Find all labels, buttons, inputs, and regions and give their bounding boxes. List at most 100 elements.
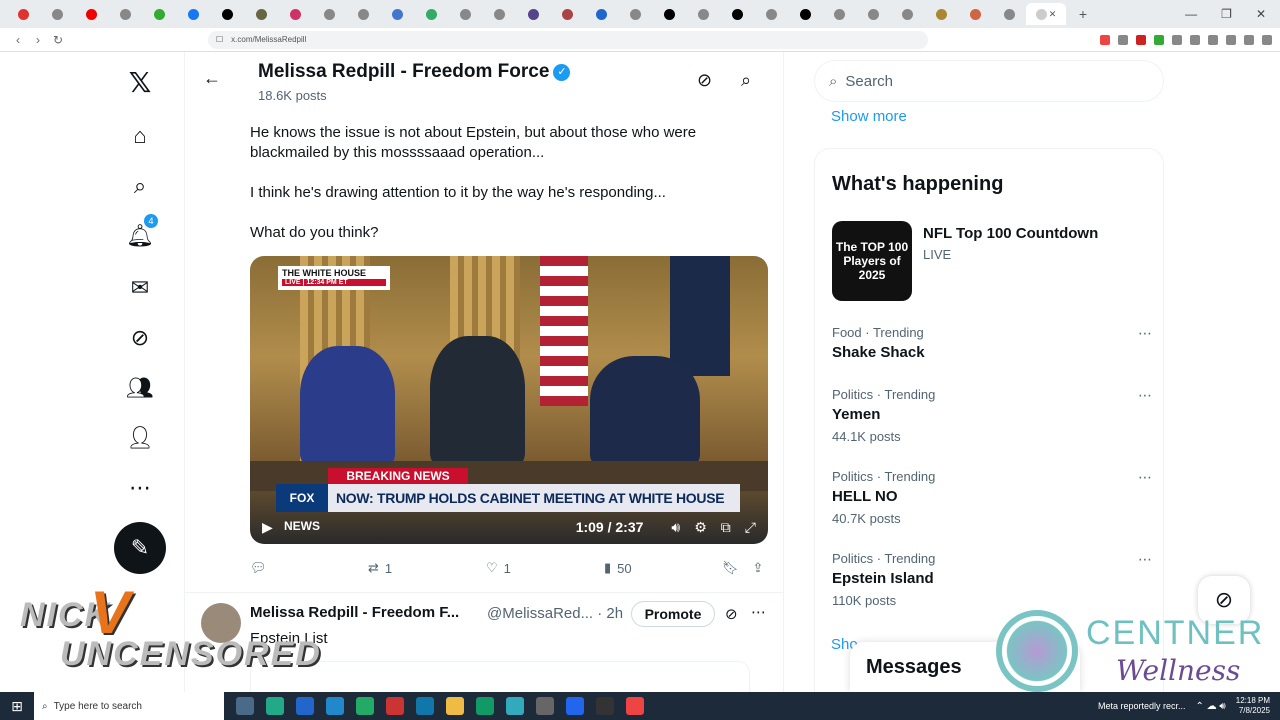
author-handle[interactable]: @MelissaRed... · 2h <box>487 605 623 622</box>
notifications-bell-icon[interactable]: 🔔︎ 4 <box>124 214 158 252</box>
brave-icon[interactable] <box>626 697 644 715</box>
profile-icon[interactable]: 👤︎ <box>124 422 156 454</box>
more-options-icon[interactable]: ⋯ <box>751 603 766 621</box>
more-icon[interactable]: ⋯ <box>124 472 156 504</box>
trend-item[interactable]: Politics · Trending Yemen 44.1K posts ⋯ <box>832 387 1152 457</box>
search-icon[interactable]: ⌕ <box>741 70 751 91</box>
more-options-icon[interactable]: ⋯ <box>1138 551 1152 568</box>
browser-tab[interactable] <box>958 3 992 25</box>
repost-button[interactable]: ⇄ 1 <box>368 560 486 576</box>
promote-button[interactable]: Promote <box>631 601 715 627</box>
trend-item[interactable]: Food · Trending Shake Shack ⋯ <box>832 325 1152 395</box>
extension-icon[interactable] <box>1118 34 1128 45</box>
minimize-icon[interactable]: — <box>1185 7 1197 21</box>
extension-icon[interactable] <box>1154 34 1164 45</box>
brave-shield-icon[interactable] <box>1100 34 1110 45</box>
download-icon[interactable] <box>1208 34 1218 45</box>
browser-tab[interactable] <box>652 3 686 25</box>
url-field[interactable]: ☐ x.com/MelissaRedpill <box>208 30 928 49</box>
browser-tab[interactable] <box>448 3 482 25</box>
more-options-icon[interactable]: ⋯ <box>1138 387 1152 404</box>
communities-icon[interactable]: 👥︎ <box>124 372 156 404</box>
task-view-icon[interactable] <box>236 697 254 715</box>
home-icon[interactable]: ⌂ <box>124 120 156 152</box>
new-tab-button[interactable]: + <box>1066 3 1100 25</box>
browser-tab[interactable] <box>788 3 822 25</box>
windows-start-icon[interactable]: ⊞ <box>0 698 34 715</box>
back-icon[interactable]: ‹ <box>8 33 28 47</box>
trend-item[interactable]: Politics · Trending HELL NO 40.7K posts … <box>832 469 1152 539</box>
video-player[interactable]: THE WHITE HOUSE LIVE | 12:34 PM ET BREAK… <box>250 256 768 544</box>
browser-tab[interactable] <box>890 3 924 25</box>
taskbar-app-icon[interactable] <box>596 697 614 715</box>
grok-icon[interactable]: ⊘ <box>697 70 712 91</box>
browser-tab[interactable] <box>312 3 346 25</box>
browser-tab[interactable] <box>414 3 448 25</box>
taskbar-app-icon[interactable] <box>536 697 554 715</box>
browser-tab[interactable] <box>754 3 788 25</box>
reload-icon[interactable]: ↻ <box>48 33 68 47</box>
browser-tab[interactable] <box>720 3 754 25</box>
like-button[interactable]: ♡ 1 <box>486 560 604 576</box>
browser-tab[interactable] <box>6 3 40 25</box>
reply-button[interactable]: 💬︎ <box>250 560 368 576</box>
nfl-thumbnail[interactable]: The TOP 100 Players of 2025 <box>832 221 912 301</box>
tray-icons[interactable]: ⌃ ☁ 🔊︎ <box>1196 701 1226 712</box>
grok-icon[interactable]: ⊘ <box>124 322 156 354</box>
pip-icon[interactable]: ⧉ <box>721 519 731 536</box>
taskbar-app-icon[interactable] <box>476 697 494 715</box>
browser-tab[interactable] <box>346 3 380 25</box>
views-button[interactable]: ▮ 50 <box>604 560 722 576</box>
browser-tab[interactable] <box>584 3 618 25</box>
share-button[interactable]: ⇪ <box>753 560 764 576</box>
browser-tab[interactable] <box>686 3 720 25</box>
browser-tab[interactable] <box>210 3 244 25</box>
wallet-icon[interactable] <box>1244 34 1254 45</box>
browser-tab[interactable] <box>142 3 176 25</box>
clock[interactable]: 12:18 PM 7/8/2025 <box>1236 696 1270 716</box>
extension-icon[interactable] <box>1172 34 1182 45</box>
taskbar-app-icon[interactable] <box>506 697 524 715</box>
taskbar-app-icon[interactable] <box>266 697 284 715</box>
media-card[interactable] <box>250 661 750 692</box>
extension-icon[interactable] <box>1190 34 1200 45</box>
fullscreen-icon[interactable]: ⤢ <box>745 519 756 536</box>
show-more-link[interactable]: Show more <box>831 108 907 125</box>
back-arrow-icon[interactable]: ← <box>203 68 221 89</box>
extension-icon[interactable] <box>1136 34 1146 45</box>
featured-title[interactable]: NFL Top 100 Countdown <box>923 225 1098 242</box>
search-input[interactable]: ⌕ Search <box>814 60 1164 102</box>
bookmark-icon[interactable]: ☐ <box>216 35 223 44</box>
browser-tab-active[interactable]: ✕ <box>1026 3 1066 25</box>
browser-tab[interactable] <box>924 3 958 25</box>
browser-tab[interactable] <box>992 3 1026 25</box>
explore-search-icon[interactable]: ⌕ <box>124 170 156 202</box>
taskbar-app-icon[interactable] <box>416 697 434 715</box>
play-icon[interactable]: ▶ <box>262 519 273 536</box>
browser-tab[interactable] <box>618 3 652 25</box>
bookmark-button[interactable]: 🔖︎ <box>722 560 739 576</box>
compose-post-button[interactable]: ✎ <box>114 522 166 574</box>
sidebar-icon[interactable] <box>1226 34 1236 45</box>
browser-tab[interactable] <box>74 3 108 25</box>
taskbar-app-icon[interactable] <box>296 697 314 715</box>
close-window-icon[interactable]: ✕ <box>1256 7 1266 21</box>
browser-tab[interactable] <box>108 3 142 25</box>
menu-icon[interactable] <box>1262 34 1272 45</box>
restore-icon[interactable]: ❐ <box>1221 7 1232 21</box>
grok-icon[interactable]: ⊘ <box>725 605 738 623</box>
close-icon[interactable]: ✕ <box>1049 9 1057 20</box>
zoom-icon[interactable] <box>566 697 584 715</box>
forward-icon[interactable]: › <box>28 33 48 47</box>
more-options-icon[interactable]: ⋯ <box>1138 469 1152 486</box>
browser-tab[interactable] <box>482 3 516 25</box>
browser-tab[interactable] <box>550 3 584 25</box>
x-logo-icon[interactable]: 𝕏 <box>124 66 156 98</box>
browser-tab[interactable] <box>244 3 278 25</box>
browser-tab[interactable] <box>278 3 312 25</box>
messages-mail-icon[interactable]: ✉ <box>124 272 156 304</box>
file-explorer-icon[interactable] <box>446 697 464 715</box>
browser-tab[interactable] <box>176 3 210 25</box>
browser-tab[interactable] <box>856 3 890 25</box>
browser-tab[interactable] <box>380 3 414 25</box>
